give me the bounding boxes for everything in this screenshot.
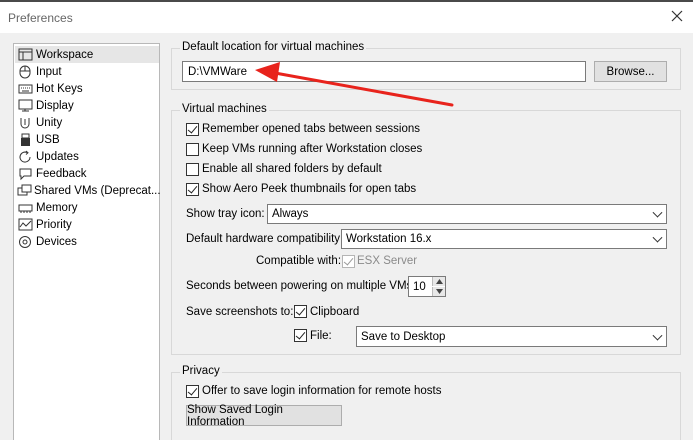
annotation-arrow [255, 62, 454, 107]
